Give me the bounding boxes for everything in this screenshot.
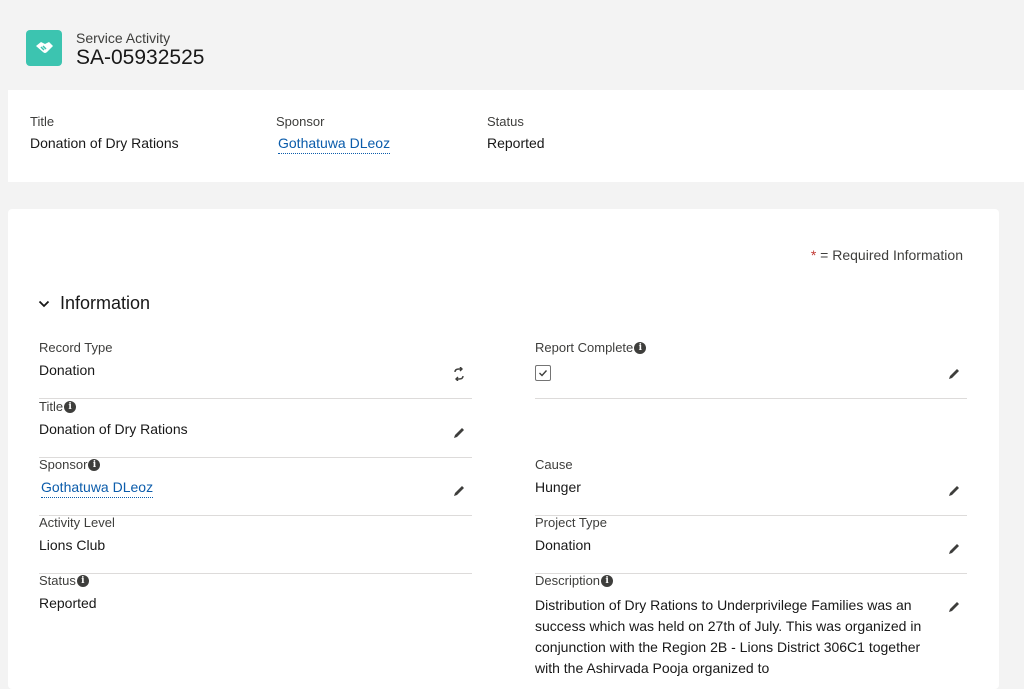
checkmark-icon xyxy=(539,370,548,377)
field-record-type: Record Type Donation xyxy=(39,340,472,399)
cause-value: Hunger xyxy=(535,479,581,495)
record-type-value: Donation xyxy=(39,362,96,378)
highlights-panel: Title Donation of Dry Rations Sponsor Go… xyxy=(8,90,1024,182)
info-icon[interactable]: i xyxy=(76,574,89,587)
description-label-text: Description xyxy=(535,573,601,588)
sponsor-label-text: Sponsor xyxy=(39,457,88,472)
field-activity-level: Activity Level Lions Club xyxy=(39,515,472,574)
highlight-status-value: Reported xyxy=(487,135,545,151)
field-status: Status i Reported xyxy=(39,573,472,631)
activity-level-value: Lions Club xyxy=(39,537,106,553)
object-type-label: Service Activity xyxy=(76,30,171,46)
edit-pencil-icon[interactable] xyxy=(452,426,466,440)
sponsor-link[interactable]: Gothatuwa DLeoz xyxy=(41,479,154,498)
edit-pencil-icon[interactable] xyxy=(947,484,961,498)
project-type-value: Donation xyxy=(535,537,592,553)
sponsor-label: Sponsor i xyxy=(39,457,101,472)
field-title: Title i Donation of Dry Rations xyxy=(39,399,472,458)
required-info-text: = Required Information xyxy=(816,247,963,263)
field-report-complete: Report Complete i xyxy=(535,340,967,399)
report-complete-label: Report Complete i xyxy=(535,340,647,355)
edit-pencil-icon[interactable] xyxy=(452,484,466,498)
status-label: Status i xyxy=(39,573,89,588)
title-value: Donation of Dry Rations xyxy=(39,421,188,437)
field-description: Description i Distribution of Dry Rations… xyxy=(535,573,967,683)
project-type-label: Project Type xyxy=(535,515,608,530)
edit-pencil-icon[interactable] xyxy=(947,600,961,614)
required-info-note: * = Required Information xyxy=(811,247,963,263)
chevron-down-icon xyxy=(38,300,50,307)
cause-label: Cause xyxy=(535,457,573,472)
page-header: Service Activity SA-05932525 xyxy=(0,0,1024,88)
highlight-status-label: Status xyxy=(487,114,524,129)
highlight-sponsor-link[interactable]: Gothatuwa DLeoz xyxy=(278,135,391,154)
handshake-icon xyxy=(26,30,62,66)
record-name: SA-05932525 xyxy=(76,46,205,69)
title-label-text: Title xyxy=(39,399,64,414)
field-cause: Cause Hunger xyxy=(535,457,967,516)
section-title: Information xyxy=(60,293,151,313)
edit-pencil-icon[interactable] xyxy=(947,367,961,381)
info-icon[interactable]: i xyxy=(634,341,647,354)
highlight-status: Status Reported xyxy=(487,114,545,151)
section-toggle-information[interactable]: Information xyxy=(38,293,150,314)
report-complete-label-text: Report Complete xyxy=(535,340,634,355)
field-project-type: Project Type Donation xyxy=(535,515,967,574)
highlight-title-value: Donation of Dry Rations xyxy=(30,135,179,151)
detail-card: * = Required Information Information Rec… xyxy=(8,209,999,689)
description-value: Distribution of Dry Rations to Underpriv… xyxy=(535,597,922,676)
highlight-sponsor: Sponsor Gothatuwa DLeoz xyxy=(276,114,391,154)
highlight-sponsor-label: Sponsor xyxy=(276,114,325,129)
info-icon[interactable]: i xyxy=(601,574,614,587)
status-value: Reported xyxy=(39,595,97,611)
highlight-title: Title Donation of Dry Rations xyxy=(30,114,179,151)
description-label: Description i xyxy=(535,573,614,588)
field-sponsor: Sponsor i Gothatuwa DLeoz xyxy=(39,457,472,516)
title-label: Title i xyxy=(39,399,77,414)
info-icon[interactable]: i xyxy=(88,458,101,471)
activity-level-label: Activity Level xyxy=(39,515,115,530)
info-icon[interactable]: i xyxy=(64,400,77,413)
report-complete-checkbox[interactable] xyxy=(535,365,551,381)
highlight-title-label: Title xyxy=(30,114,55,129)
record-type-label: Record Type xyxy=(39,340,113,355)
status-label-text: Status xyxy=(39,573,76,588)
edit-pencil-icon[interactable] xyxy=(947,542,961,556)
change-record-type-icon[interactable] xyxy=(452,367,466,381)
